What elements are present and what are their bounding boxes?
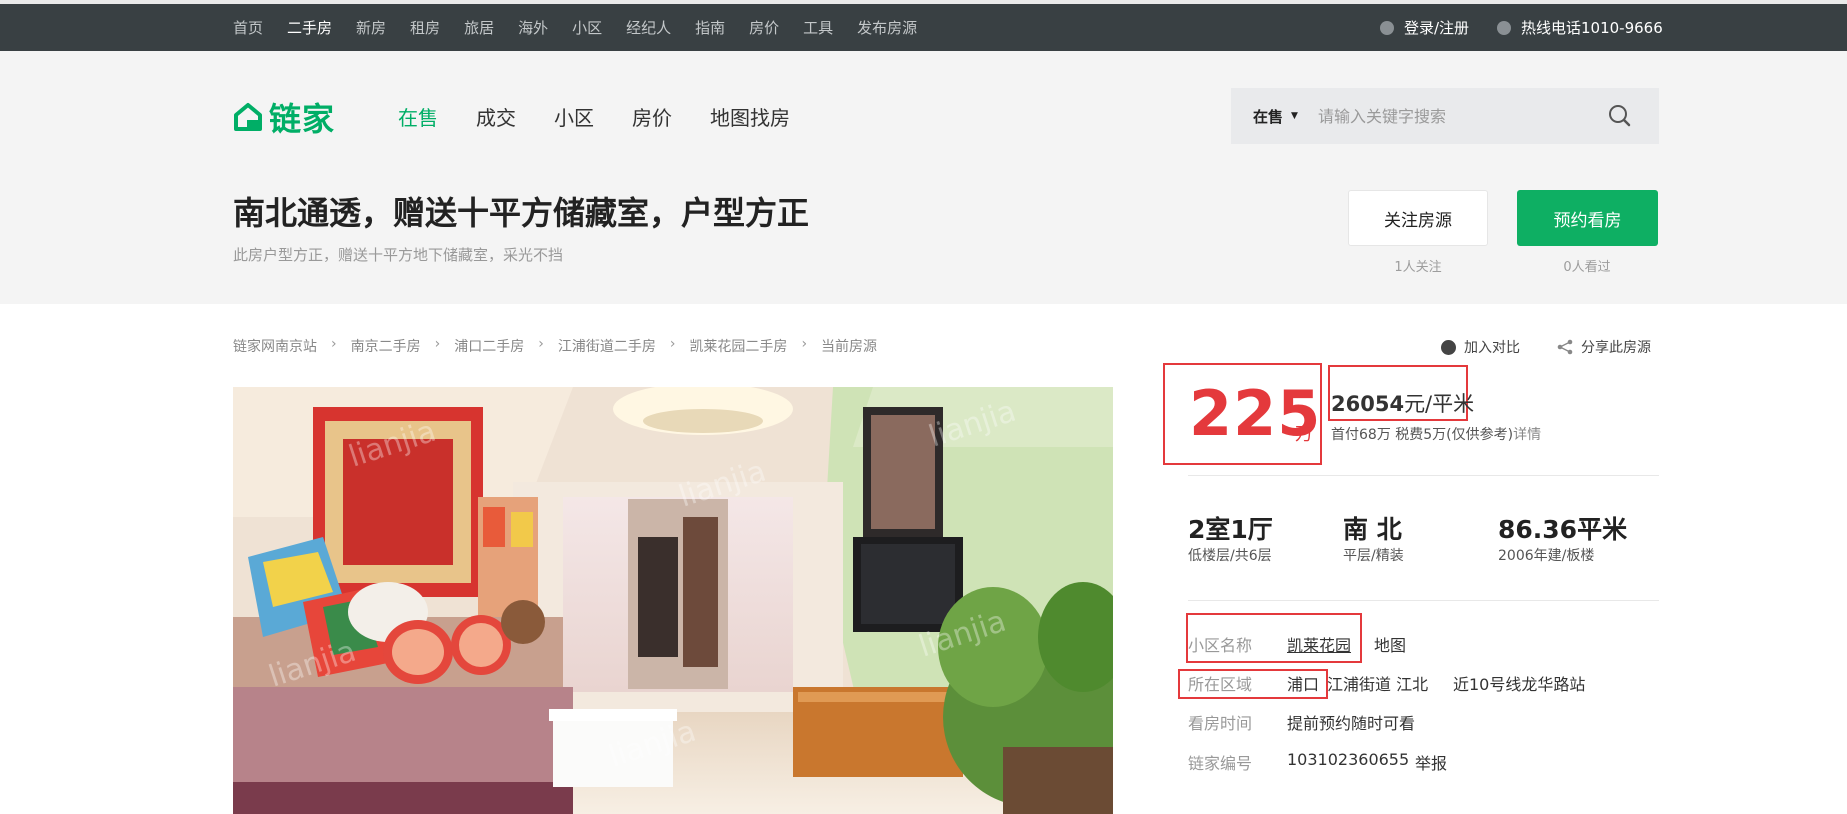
top-nav-tools[interactable]: 工具 — [803, 17, 833, 38]
spec-year: 2006年建/板楼 — [1498, 548, 1595, 564]
follow-button[interactable]: 关注房源 — [1348, 190, 1488, 246]
breadcrumb-current: 当前房源 — [821, 339, 878, 355]
subway-info: 近10号线龙华路站 — [1453, 675, 1586, 694]
spec-area: 86.36平米 — [1498, 515, 1628, 544]
top-nav-overseas[interactable]: 海外 — [518, 17, 548, 38]
divider — [1188, 475, 1659, 476]
main-nav: 在售 成交 小区 房价 地图找房 — [398, 102, 828, 131]
top-nav-price[interactable]: 房价 — [749, 17, 779, 38]
logo-text: 链家 — [269, 100, 336, 138]
spec-floor: 低楼层/共6层 — [1188, 548, 1272, 564]
area-label: 所在区域 — [1188, 675, 1253, 694]
user-icon — [1380, 20, 1394, 35]
share-label: 分享此房源 — [1581, 340, 1651, 356]
share-icon — [1557, 339, 1573, 355]
top-nav-publish[interactable]: 发布房源 — [857, 17, 917, 38]
top-nav-secondhand[interactable]: 二手房 — [287, 17, 332, 38]
listing-id-label: 链家编号 — [1188, 754, 1253, 773]
compare-link[interactable]: 加入对比 — [1441, 337, 1520, 357]
search-type-select[interactable]: 在售 — [1253, 106, 1283, 127]
map-link[interactable]: 地图 — [1374, 632, 1406, 656]
search-input[interactable] — [1315, 105, 1580, 127]
main-nav-map[interactable]: 地图找房 — [710, 102, 790, 131]
compare-icon — [1441, 339, 1456, 355]
breadcrumb-item[interactable]: 凯莱花园二手房 — [689, 336, 787, 356]
breadcrumb-item[interactable]: 链家网南京站 — [233, 336, 317, 356]
top-nav-new[interactable]: 新房 — [356, 17, 386, 38]
chevron-right-icon: › — [434, 336, 441, 352]
follow-count: 1人关注 — [1394, 260, 1442, 275]
downpayment-info: 首付68万 税费5万(仅供参考)详情 — [1331, 424, 1541, 444]
login-label: 登录/注册 — [1404, 19, 1470, 37]
breadcrumb-item[interactable]: 江浦街道二手房 — [558, 336, 656, 356]
compare-label: 加入对比 — [1464, 340, 1520, 356]
chevron-right-icon: › — [538, 336, 544, 352]
community-label: 小区名称 — [1188, 636, 1253, 655]
main-nav-sold[interactable]: 成交 — [476, 102, 516, 131]
top-nav-home[interactable]: 首页 — [233, 17, 263, 38]
unit-price-value: 26054 — [1331, 392, 1405, 416]
logo[interactable]: 链家 — [233, 94, 335, 140]
spec-decoration: 平层/精装 — [1343, 548, 1404, 564]
report-link[interactable]: 举报 — [1415, 750, 1447, 774]
top-nav-guide[interactable]: 指南 — [695, 17, 725, 38]
divider — [1188, 600, 1659, 601]
breadcrumb-item[interactable]: 南京二手房 — [351, 336, 421, 356]
visit-count: 0人看过 — [1563, 260, 1611, 275]
share-link[interactable]: 分享此房源 — [1557, 337, 1651, 357]
main-nav-onsale[interactable]: 在售 — [398, 102, 438, 131]
top-nav-agent[interactable]: 经纪人 — [626, 17, 671, 38]
top-nav: 首页 二手房 新房 租房 旅居 海外 小区 经纪人 指南 房价 工具 发布房源 — [233, 17, 941, 38]
chevron-right-icon: › — [331, 336, 337, 352]
downpayment-text: 首付68万 税费5万(仅供参考) — [1331, 427, 1514, 443]
chevron-right-icon: › — [669, 336, 676, 352]
chevron-right-icon: › — [801, 336, 808, 352]
house-logo-icon — [234, 103, 262, 131]
main-nav-community[interactable]: 小区 — [554, 102, 594, 131]
book-viewing-button[interactable]: 预约看房 — [1517, 190, 1658, 246]
hotline: 热线电话1010-9666 — [1497, 17, 1663, 38]
top-nav-travel[interactable]: 旅居 — [464, 17, 494, 38]
spec-layout: 2室1厅 — [1188, 515, 1273, 544]
community-link[interactable]: 凯莱花园 — [1287, 632, 1351, 656]
listing-id: 103102360655 — [1287, 750, 1410, 769]
area-detail[interactable]: 江浦街道 江北 — [1327, 671, 1428, 695]
spec-orientation: 南 北 — [1343, 515, 1402, 544]
top-nav-community[interactable]: 小区 — [572, 17, 602, 38]
total-price-unit: 万 — [1295, 424, 1313, 445]
unit-price-suffix: 元/平米 — [1404, 392, 1475, 416]
district-link[interactable]: 浦口 — [1287, 671, 1319, 695]
living-room-photo: lianjia lianjia lianjia lianjia lianjia … — [233, 387, 1113, 814]
price-detail-link[interactable]: 详情 — [1513, 427, 1541, 443]
viewing-time-label: 看房时间 — [1188, 714, 1253, 733]
breadcrumb-item[interactable]: 浦口二手房 — [454, 336, 524, 356]
phone-icon — [1497, 20, 1511, 35]
listing-title: 南北通透，赠送十平方储藏室，户型方正 — [233, 194, 810, 232]
viewing-time: 提前预约随时可看 — [1287, 714, 1416, 733]
login-link[interactable]: 登录/注册 — [1380, 17, 1469, 38]
breadcrumb: 链家网南京站 › 南京二手房 › 浦口二手房 › 江浦街道二手房 › 凯莱花园二手房 › … — [233, 336, 877, 356]
main-nav-price[interactable]: 房价 — [632, 102, 672, 131]
search-icon[interactable] — [1607, 103, 1633, 129]
caret-down-icon[interactable]: ▼ — [1291, 111, 1298, 121]
hotline-label: 热线电话1010-9666 — [1521, 19, 1663, 37]
search-box: 在售 ▼ — [1231, 88, 1659, 144]
unit-price: 26054元/平米 — [1331, 388, 1474, 418]
top-nav-rent[interactable]: 租房 — [410, 17, 440, 38]
listing-photo[interactable]: lianjia lianjia lianjia lianjia lianjia … — [233, 387, 1113, 814]
listing-subtitle: 此房户型方正，赠送十平方地下储藏室，采光不挡 — [233, 246, 564, 264]
